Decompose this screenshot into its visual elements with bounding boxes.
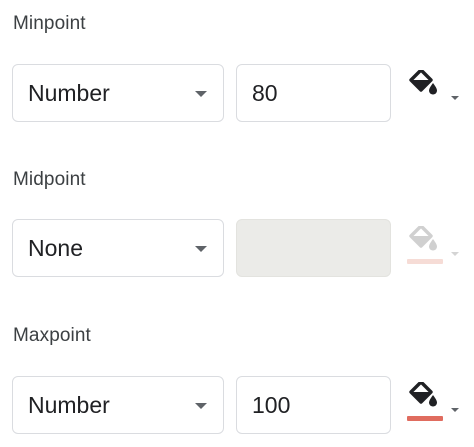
maxpoint-label: Maxpoint	[13, 325, 91, 346]
midpoint-value-input	[236, 219, 391, 277]
minpoint-color-picker[interactable]	[405, 70, 467, 120]
minpoint-value-text: 80	[252, 80, 278, 106]
chevron-down-icon	[195, 246, 207, 252]
midpoint-label: Midpoint	[13, 169, 86, 190]
maxpoint-type-value: Number	[28, 392, 110, 418]
minpoint-label: Minpoint	[13, 13, 86, 34]
chevron-down-icon	[451, 96, 459, 100]
minpoint-value-input[interactable]: 80	[236, 64, 391, 122]
color-swatch-bar	[407, 416, 443, 421]
fill-color-icon	[409, 70, 437, 95]
maxpoint-value-text: 100	[252, 392, 291, 418]
maxpoint-type-select[interactable]: Number	[12, 376, 224, 434]
midpoint-color-picker	[405, 226, 467, 276]
chevron-down-icon	[451, 408, 459, 412]
maxpoint-color-picker[interactable]	[405, 382, 467, 432]
midpoint-type-value: None	[28, 235, 83, 261]
midpoint-type-select[interactable]: None	[12, 219, 224, 277]
color-swatch-bar	[407, 259, 443, 264]
chevron-down-icon	[195, 91, 207, 97]
chevron-down-icon	[195, 403, 207, 409]
minpoint-type-select[interactable]: Number	[12, 64, 224, 122]
maxpoint-value-input[interactable]: 100	[236, 376, 391, 434]
minpoint-type-value: Number	[28, 80, 110, 106]
chevron-down-icon	[451, 252, 459, 256]
